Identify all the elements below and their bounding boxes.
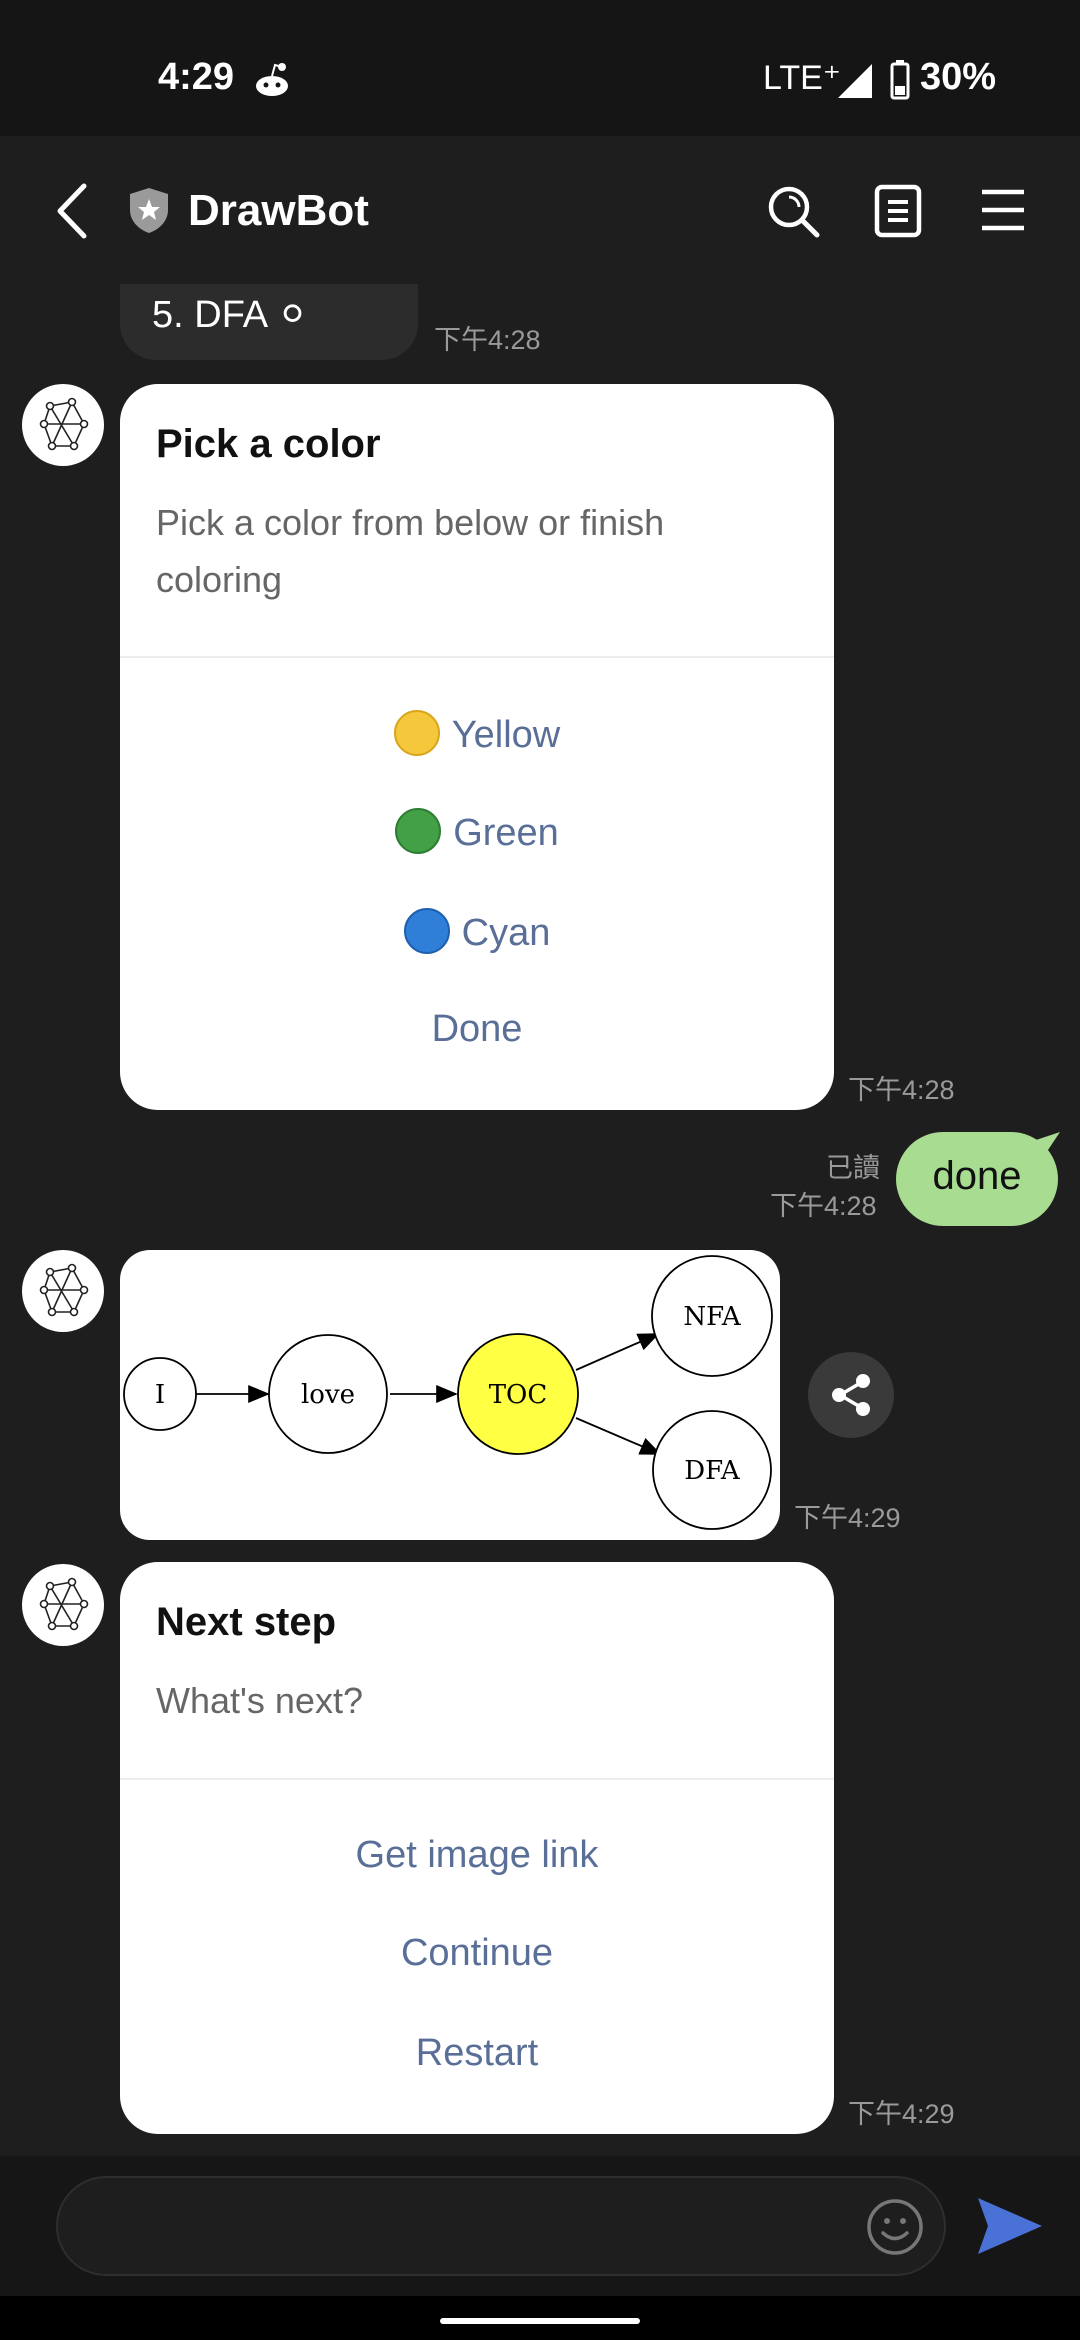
option-label: Cyan bbox=[461, 912, 551, 954]
home-indicator[interactable] bbox=[440, 2318, 640, 2324]
option-green-button[interactable]: Green bbox=[120, 808, 834, 855]
card-divider bbox=[120, 656, 834, 658]
reddit-notification-icon bbox=[256, 63, 288, 96]
green-circle-icon bbox=[395, 808, 442, 854]
card-description: Pick a color from below or finish colori… bbox=[156, 502, 665, 600]
continue-button[interactable]: Continue bbox=[120, 1932, 834, 1975]
card-title: Pick a color bbox=[156, 422, 381, 466]
card-title: Next step bbox=[156, 1600, 337, 1644]
search-icon[interactable] bbox=[766, 184, 820, 238]
graph-diagram: I love TOC NFA DFA bbox=[123, 1255, 773, 1530]
bot-avatar[interactable] bbox=[22, 1564, 104, 1646]
read-receipt: 已讀 bbox=[826, 1153, 880, 1183]
bot-avatar[interactable] bbox=[22, 1250, 104, 1332]
node-dfa-label: DFA bbox=[684, 1456, 741, 1486]
yellow-circle-icon bbox=[393, 710, 440, 756]
menu-icon[interactable] bbox=[980, 188, 1026, 232]
blue-circle-icon bbox=[403, 908, 450, 954]
message-timestamp: 下午4:28 bbox=[434, 325, 541, 355]
card-description: What's next? bbox=[156, 1680, 363, 1721]
option-label: Yellow bbox=[451, 714, 561, 756]
restart-button[interactable]: Restart bbox=[120, 2032, 834, 2075]
option-yellow-button[interactable]: Yellow bbox=[120, 710, 834, 757]
message-timestamp: 下午4:29 bbox=[794, 1503, 901, 1533]
share-button[interactable] bbox=[808, 1352, 894, 1438]
shield-icon bbox=[130, 188, 168, 233]
done-button[interactable]: Done bbox=[120, 1008, 834, 1051]
message-timestamp: 下午4:29 bbox=[848, 2099, 955, 2129]
node-nfa-label: NFA bbox=[683, 1302, 742, 1332]
share-icon bbox=[832, 1374, 870, 1416]
graph-logo-icon bbox=[39, 1263, 89, 1317]
emoji-icon[interactable] bbox=[866, 2198, 924, 2256]
message-timestamp: 下午4:28 bbox=[770, 1191, 877, 1221]
edge-toc-nfa bbox=[575, 1333, 660, 1371]
notes-icon[interactable] bbox=[874, 184, 922, 238]
option-cyan-button[interactable]: Cyan bbox=[120, 908, 834, 955]
message-input[interactable] bbox=[56, 2176, 946, 2276]
battery-icon bbox=[890, 60, 910, 100]
graph-image[interactable]: I love TOC NFA DFA bbox=[120, 1250, 780, 1540]
send-icon[interactable] bbox=[976, 2194, 1044, 2258]
node-love-label: love bbox=[301, 1380, 355, 1410]
back-icon[interactable] bbox=[52, 182, 92, 240]
get-image-link-button[interactable]: Get image link bbox=[120, 1834, 834, 1877]
status-time: 4:29 bbox=[158, 56, 235, 98]
user-message-text: done bbox=[932, 1154, 1022, 1198]
battery-percent: 30% bbox=[920, 56, 997, 98]
graph-logo-icon bbox=[39, 1577, 89, 1631]
option-label: Green bbox=[453, 812, 559, 854]
node-toc-label: TOC bbox=[489, 1380, 548, 1410]
edge-toc-dfa bbox=[575, 1417, 662, 1455]
message-timestamp: 下午4:28 bbox=[848, 1075, 955, 1105]
bot-message-text: 5. DFA ⚪ bbox=[152, 294, 309, 336]
network-type: LTE⁺ bbox=[763, 59, 841, 97]
graph-logo-icon bbox=[39, 397, 89, 451]
card-divider bbox=[120, 1778, 834, 1780]
chat-title[interactable]: DrawBot bbox=[188, 186, 369, 236]
bot-avatar[interactable] bbox=[22, 384, 104, 466]
signal-icon bbox=[838, 64, 872, 98]
node-i-label: I bbox=[155, 1380, 165, 1410]
